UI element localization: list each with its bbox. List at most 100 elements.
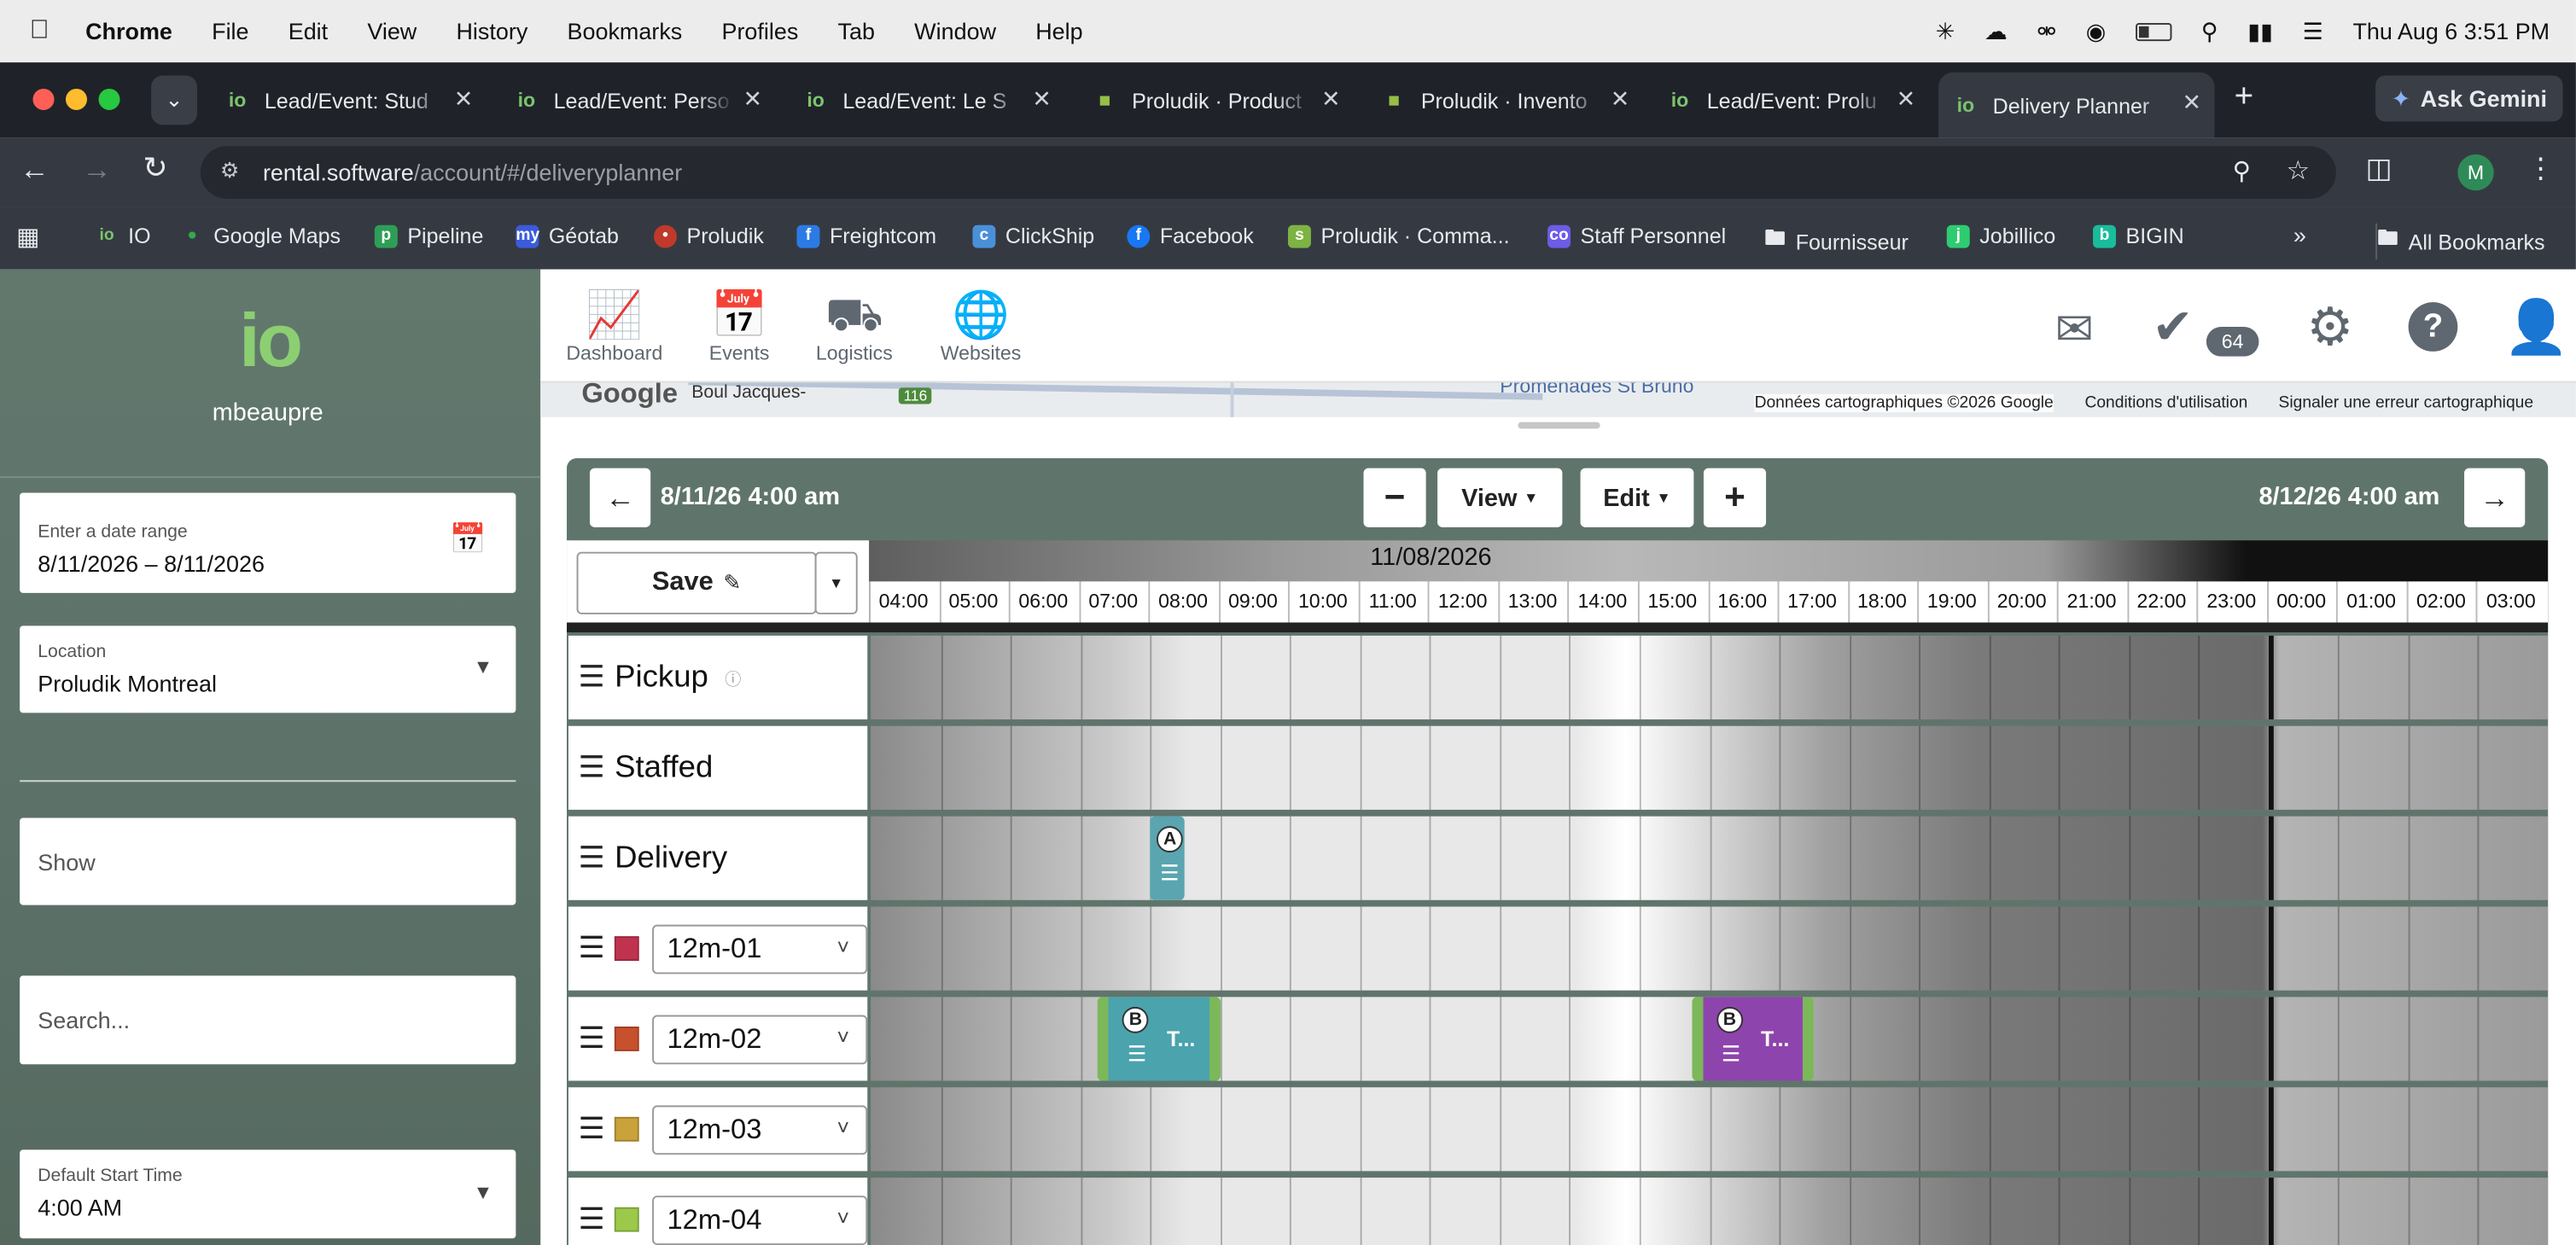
bookmark-facebook[interactable]: f Facebook [1127, 224, 1254, 248]
delivery-event[interactable]: A ☰ [1150, 816, 1186, 900]
drag-handle-icon[interactable]: ☰ [578, 1021, 604, 1056]
bookmark-star-icon[interactable]: ☆ [2287, 154, 2311, 187]
calendar-icon[interactable]: 📅 [450, 522, 487, 556]
vehicle-select[interactable]: 12m-04 ˅ [652, 1195, 868, 1245]
menu-help[interactable]: Help [1035, 18, 1082, 44]
more-menu-icon[interactable]: ⋮ [2526, 153, 2555, 185]
browser-tab-active[interactable]: io Delivery Planner ✕ [1938, 72, 2215, 138]
drag-handle-icon[interactable]: ☰ [578, 660, 604, 695]
ask-gemini-button[interactable]: ✦ Ask Gemini [2375, 75, 2563, 122]
bookmark-freightcom[interactable]: f Freightcom [796, 224, 936, 248]
view-dropdown-button[interactable]: View ▼ [1437, 468, 1563, 527]
nav-dashboard[interactable]: 📈 Dashboard [556, 289, 674, 365]
menu-profiles[interactable]: Profiles [721, 18, 798, 44]
address-bar[interactable]: ⚙ rental.software/account/#/deliveryplan… [200, 146, 2336, 199]
bookmark-bigin[interactable]: b BIGIN [2093, 224, 2184, 248]
bookmark-proludik-commandes[interactable]: s Proludik · Comma... [1287, 224, 1510, 248]
event-menu-icon[interactable]: ☰ [1160, 861, 1179, 887]
event-menu-icon[interactable]: ☰ [1722, 1041, 1740, 1068]
sparkle-icon[interactable]: ✳ [1936, 17, 1955, 45]
clock[interactable]: Thu Aug 6 3:51 PM [2352, 18, 2550, 44]
menu-view[interactable]: View [367, 18, 417, 44]
search-input[interactable]: Search... [20, 975, 516, 1065]
bookmark-geotab[interactable]: my Géotab [516, 224, 619, 248]
close-tab-icon[interactable]: ✕ [2183, 89, 2202, 117]
timeline-row[interactable] [871, 816, 2549, 900]
map-view[interactable]: Google Boul Jacques- 116 Promenades St B… [540, 382, 2576, 417]
nav-websites[interactable]: 🌐 Websites [922, 289, 1040, 365]
bookmark-proludik[interactable]: • Proludik [654, 224, 764, 248]
settings-gear-icon[interactable]: ⚙ [2306, 295, 2353, 358]
mail-icon[interactable]: ✉ [2055, 302, 2094, 357]
map-resize-handle[interactable] [1518, 422, 1600, 429]
show-field[interactable]: Show [20, 817, 516, 905]
timeline-row[interactable] [871, 1087, 2549, 1172]
drag-handle-icon[interactable]: ☰ [578, 1112, 604, 1146]
timeline-row[interactable] [871, 1178, 2549, 1245]
drag-handle-icon[interactable]: ☰ [578, 1202, 604, 1236]
bookmark-google-maps[interactable]: ● Google Maps [181, 224, 341, 248]
back-icon[interactable]: ← [20, 153, 50, 187]
forward-icon[interactable]: → [82, 153, 112, 187]
zoom-in-button[interactable]: + [1703, 468, 1767, 527]
nav-events[interactable]: 📅 Events [680, 289, 799, 365]
vehicle-select[interactable]: 12m-03 ˅ [652, 1104, 868, 1155]
cloud-icon[interactable]: ☁ [1984, 17, 2008, 45]
save-options-button[interactable]: ▼ [814, 551, 858, 614]
battery-icon[interactable] [2135, 21, 2172, 41]
previous-day-button[interactable]: ← [589, 468, 651, 527]
vehicle-select[interactable]: 12m-02 ˅ [652, 1014, 868, 1064]
delivery-event[interactable]: B ☰ T... [1692, 997, 1815, 1081]
menu-edit[interactable]: Edit [288, 18, 328, 44]
next-day-button[interactable]: → [2464, 468, 2526, 527]
close-tab-icon[interactable]: ✕ [1321, 85, 1341, 113]
app-status-icon[interactable]: ◉ [2086, 17, 2107, 45]
apple-icon[interactable]:  [30, 16, 50, 46]
minimize-window-button[interactable] [65, 88, 88, 110]
more-bookmarks-icon[interactable]: » [2293, 222, 2306, 248]
apps-grid-icon[interactable]: ▦ [16, 222, 39, 252]
control-center-icon[interactable]: ☰ [2303, 17, 2323, 45]
map-report-link[interactable]: Signaler une erreur cartographique [2279, 394, 2534, 412]
bookmark-pipeline[interactable]: p Pipeline [374, 224, 483, 248]
tab-search-button[interactable]: ⌄ [151, 75, 197, 125]
close-window-button[interactable] [32, 88, 55, 110]
profile-avatar[interactable]: M [2457, 154, 2494, 191]
browser-tab[interactable]: io Lead/Event: Prolu ✕ [1652, 73, 1928, 128]
close-tab-icon[interactable]: ✕ [1897, 85, 1916, 113]
location-select[interactable]: Location Proludik Montreal ▼ [20, 625, 516, 713]
drag-handle-icon[interactable]: ☰ [578, 841, 604, 875]
close-tab-icon[interactable]: ✕ [1611, 85, 1630, 113]
close-tab-icon[interactable]: ✕ [454, 85, 474, 113]
help-icon[interactable]: ? [2408, 302, 2458, 352]
vehicle-select[interactable]: 12m-01 ˅ [652, 923, 868, 974]
default-start-time-select[interactable]: Default Start Time 4:00 AM ▼ [20, 1149, 516, 1239]
edit-dropdown-button[interactable]: Edit ▼ [1580, 468, 1694, 527]
tasks-check-icon[interactable]: ✔ [2152, 299, 2193, 356]
vehicle-color-swatch[interactable] [615, 1207, 639, 1232]
timeline-row[interactable] [871, 725, 2549, 810]
bookmark-jobillico[interactable]: j Jobillico [1946, 224, 2055, 248]
timeline-row[interactable] [871, 906, 2549, 991]
browser-tab[interactable]: io Lead/Event: Le S ✕ [789, 73, 1064, 128]
user-profile-icon[interactable]: 👤 [2503, 295, 2569, 358]
menu-history[interactable]: History [456, 18, 527, 44]
info-icon[interactable]: ⓘ [725, 666, 741, 689]
save-button[interactable]: Save ✎ [576, 551, 817, 614]
browser-tab[interactable]: io Lead/Event: Stud ✕ [210, 73, 486, 128]
menu-tab[interactable]: Tab [838, 18, 875, 44]
nav-logistics[interactable]: ⛟ Logistics [796, 289, 914, 365]
drag-handle-icon[interactable]: ☰ [578, 931, 604, 965]
zoom-out-button[interactable]: − [1363, 468, 1426, 527]
vehicle-color-swatch[interactable] [615, 1027, 639, 1051]
site-info-icon[interactable]: ⚙ [220, 158, 239, 184]
spotlight-icon[interactable]: ⚲ [2201, 17, 2218, 45]
location-icon[interactable]: ⚲ [2233, 156, 2251, 186]
new-tab-icon[interactable]: + [2235, 79, 2253, 116]
map-terms-link[interactable]: Conditions d'utilisation [2084, 394, 2247, 412]
browser-tab[interactable]: ■ Proludik · Product ✕ [1078, 73, 1354, 128]
vehicle-color-swatch[interactable] [615, 1116, 639, 1142]
menu-bookmarks[interactable]: Bookmarks [568, 18, 683, 44]
stats-icon[interactable]: ▮▮ [2247, 17, 2273, 45]
close-tab-icon[interactable]: ✕ [743, 85, 762, 113]
